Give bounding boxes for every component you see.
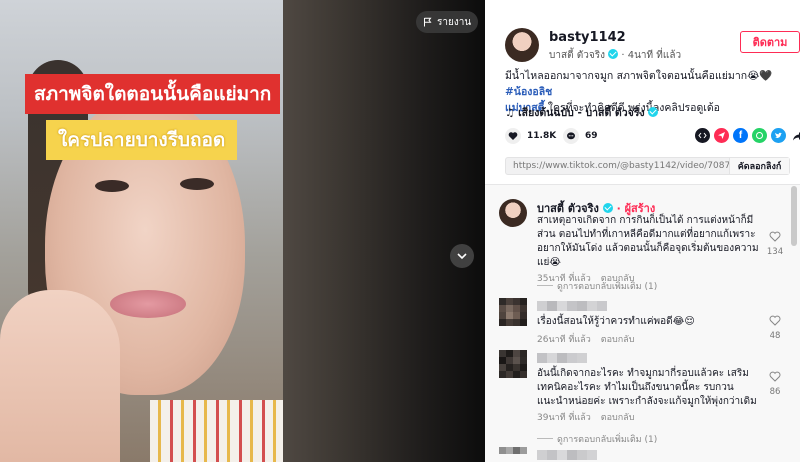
comment-like-count: 86: [769, 387, 781, 397]
like-stat[interactable]: 11.8K: [505, 128, 556, 144]
author-display-name[interactable]: บาสตี้ ตัวจริง: [549, 50, 605, 61]
facebook-icon[interactable]: f: [733, 128, 748, 143]
comments-scrollbar[interactable]: [791, 186, 797, 246]
comment-text: สาเหตุอาจเกิดจาก การกินก็เป็นได้ การแต่ง…: [537, 215, 759, 268]
comment-icon: [563, 128, 579, 144]
comment-like-count: 48: [769, 331, 781, 341]
embed-icon[interactable]: [695, 128, 710, 143]
comment-text: อันนี้เกิดจากอะไรคะ ทำจมูกมากี่รอบแล้วคะ…: [537, 368, 757, 407]
info-panel: basty1142 บาสตี้ ตัวจริง · 4นาที ที่แล้ว…: [485, 0, 800, 462]
view-more-replies[interactable]: ดูการตอบกลับเพิ่มเติม (1): [537, 279, 657, 293]
share-icon[interactable]: [790, 128, 800, 143]
heart-outline-icon: [769, 315, 781, 326]
video-player[interactable]: สภาพจิตใตตอนนั้นคือแย่มาก ใครปลายบางรีบถ…: [0, 0, 485, 462]
verified-badge-icon: [602, 203, 613, 213]
comment-text: เรื่องนี้สอนให้รู้ว่าควรทำแค่พอดี😂😌: [537, 316, 695, 327]
share-buttons: f: [695, 128, 800, 143]
view-more-replies[interactable]: ดูการตอบกลับเพิ่มเติม (1): [537, 432, 657, 446]
verified-badge-icon: [648, 107, 659, 117]
comment-list: บาสตี้ ตัวจริง · ผู้สร้าง สาเหตุอาจเกิดจ…: [485, 185, 800, 462]
comment-meta: 39นาที ที่แล้ว ตอบกลับ: [537, 410, 634, 424]
chevron-down-icon: [457, 253, 467, 260]
author-header: basty1142 บาสตี้ ตัวจริง · 4นาที ที่แล้ว…: [505, 26, 800, 66]
music-link[interactable]: ♫ เสียงต้นฉบับ - บาสตี้ ตัวจริง: [505, 104, 659, 121]
video-caption-red: สภาพจิตใตตอนนั้นคือแย่มาก: [25, 74, 281, 114]
author-subline: บาสตี้ ตัวจริง · 4นาที ที่แล้ว: [549, 49, 682, 61]
author-username[interactable]: basty1142: [549, 30, 626, 45]
reply-button[interactable]: ตอบกลับ: [601, 413, 635, 423]
video-caption-yellow: ใครปลายบางรีบถอด: [46, 120, 238, 160]
hashtag-link[interactable]: #น้องอลิช: [505, 86, 552, 98]
commenter-avatar-pixelated[interactable]: [499, 350, 527, 378]
verified-badge-icon: [608, 49, 619, 59]
comment-item: บาสตี้ ตัวจริง · ผู้สร้าง สาเหตุอาจเกิดจ…: [499, 199, 789, 289]
comment-like-button[interactable]: 86: [765, 367, 785, 397]
like-count: 11.8K: [527, 131, 557, 141]
engagement-row: 11.8K 69 f: [505, 128, 800, 146]
comment-count: 69: [585, 131, 598, 141]
twitter-icon[interactable]: [771, 128, 786, 143]
commenter-name-pixelated[interactable]: [537, 450, 597, 460]
video-hand: [0, 290, 120, 462]
reply-button[interactable]: ตอบกลับ: [601, 335, 635, 345]
commenter-avatar-pixelated[interactable]: [499, 298, 527, 326]
video-frame: [0, 0, 283, 462]
report-button[interactable]: รายงาน: [416, 11, 479, 33]
whatsapp-icon[interactable]: [752, 128, 767, 143]
heart-icon: [505, 128, 521, 144]
commenter-avatar[interactable]: [499, 199, 527, 227]
comment-item: เรื่องนี้สอนให้รู้ว่าควรทำแค่พอดี😂😌 26นา…: [499, 298, 789, 350]
comment-time: 26นาที ที่แล้ว: [537, 335, 591, 345]
author-avatar[interactable]: [505, 28, 539, 62]
comment-stat[interactable]: 69: [563, 128, 598, 144]
comment-meta: 26นาที ที่แล้ว ตอบกลับ: [537, 332, 634, 346]
commenter-avatar-pixelated[interactable]: [499, 447, 527, 462]
flag-icon: [424, 17, 432, 27]
post-time: 4นาที ที่แล้ว: [627, 50, 682, 61]
heart-outline-icon: [769, 371, 781, 382]
comment-time: 39นาที ที่แล้ว: [537, 413, 591, 423]
video-link-box: https://www.tiktok.com/@basty1142/video/…: [505, 157, 790, 175]
next-video-button[interactable]: [450, 244, 474, 268]
video-blur-background: [283, 0, 485, 462]
comment-item: อันนี้เกิดจากอะไรคะ ทำจมูกมากี่รอบแล้วคะ…: [499, 350, 789, 430]
heart-outline-icon: [769, 231, 781, 242]
comment-like-count: 134: [766, 247, 784, 257]
report-label: รายงาน: [437, 16, 472, 28]
copy-link-button[interactable]: คัดลอกลิงก์: [729, 158, 789, 174]
commenter-name-pixelated[interactable]: [537, 301, 607, 311]
comment-like-button[interactable]: 134: [765, 227, 785, 257]
video-link-text[interactable]: https://www.tiktok.com/@basty1142/video/…: [506, 161, 729, 171]
commenter-name-pixelated[interactable]: [537, 353, 587, 363]
comment-like-button[interactable]: 48: [765, 311, 785, 341]
follow-button[interactable]: ติดตาม: [740, 31, 800, 53]
send-icon[interactable]: [714, 128, 729, 143]
